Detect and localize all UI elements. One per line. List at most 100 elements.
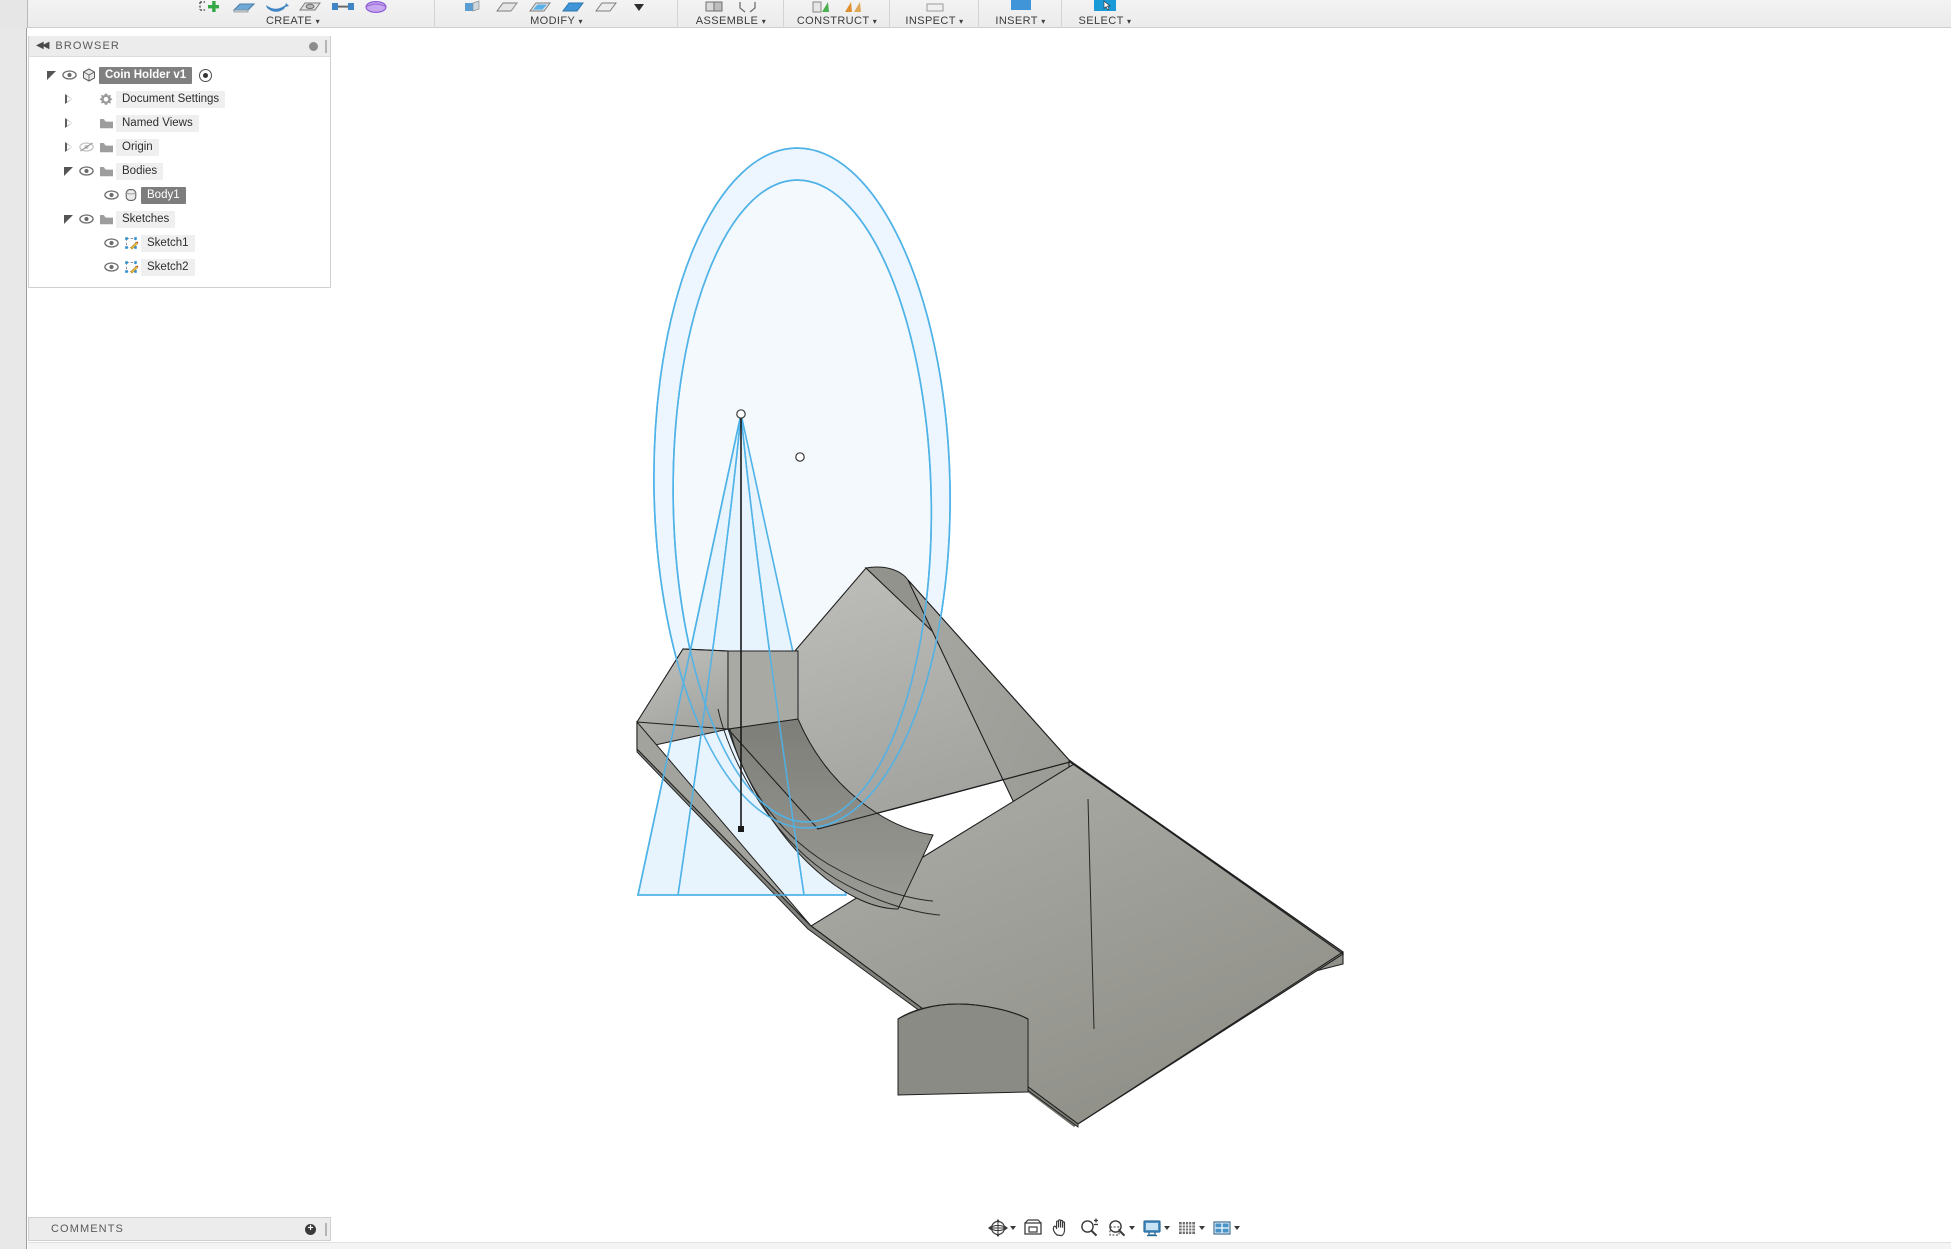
tree-node-label: Named Views: [116, 114, 199, 132]
plane-angle-icon[interactable]: [841, 0, 867, 14]
add-comment-icon[interactable]: +: [305, 1224, 316, 1235]
fillet-icon[interactable]: [494, 0, 520, 14]
toolbar-group-create[interactable]: CREATE ▾: [152, 0, 435, 28]
tree-node-named-views[interactable]: Named Views: [29, 111, 330, 135]
toolbar-group-construct[interactable]: CONSTRUCT ▾: [785, 0, 890, 28]
modify-more-icon[interactable]: [626, 0, 652, 14]
browser-tree: Coin Holder v1 Document Settings Named V…: [29, 57, 330, 287]
rib-icon[interactable]: [330, 0, 356, 14]
folder-icon: [96, 165, 116, 178]
select-cursor-icon[interactable]: [1092, 0, 1118, 14]
zoom-plus-minus-icon: [1081, 1218, 1098, 1237]
insert-derive-icon[interactable]: [1008, 0, 1034, 14]
grid-snaps-button[interactable]: [1174, 1216, 1207, 1240]
orbit-caret-icon[interactable]: [1010, 1226, 1016, 1230]
orbit-button[interactable]: [985, 1216, 1018, 1240]
sketch-point-center[interactable]: [795, 452, 805, 462]
toolbar-group-assemble-label: ASSEMBLE ▾: [695, 15, 767, 27]
shell-icon[interactable]: [527, 0, 553, 14]
tree-node-document-settings[interactable]: Document Settings: [29, 87, 330, 111]
browser-header[interactable]: ◀◀ BROWSER: [29, 36, 330, 57]
tree-node-sketches[interactable]: Sketches: [29, 207, 330, 231]
visibility-eye-icon[interactable]: [60, 68, 79, 82]
zoom-window-button[interactable]: [1104, 1216, 1137, 1240]
joint-icon[interactable]: [735, 0, 761, 14]
measure-icon[interactable]: [922, 0, 948, 14]
form-icon[interactable]: [363, 0, 389, 14]
visibility-eye-icon[interactable]: [102, 260, 121, 274]
display-settings-button[interactable]: [1139, 1216, 1172, 1240]
tree-node-origin[interactable]: Origin: [29, 135, 330, 159]
zoom-window-caret-icon[interactable]: [1129, 1226, 1135, 1230]
create-caret-icon: ▾: [315, 17, 321, 26]
revolve-icon[interactable]: [264, 0, 290, 14]
tree-node-body1[interactable]: Body1: [29, 183, 330, 207]
twisty-expanded-icon[interactable]: [43, 70, 60, 80]
toolbar-group-insert-label: INSERT ▾: [995, 15, 1046, 27]
top-toolbar: CREATE ▾ MODIFY ▾ ASSEMBLE ▾ CONSTRUCT ▾…: [0, 0, 1951, 28]
display-settings-caret-icon[interactable]: [1164, 1226, 1170, 1230]
twisty-collapsed-icon[interactable]: [60, 94, 77, 104]
visibility-eye-icon[interactable]: [77, 212, 96, 226]
scale-icon[interactable]: [593, 0, 619, 14]
grid-snaps-caret-icon[interactable]: [1199, 1226, 1205, 1230]
solid-body-1[interactable]: [636, 566, 1344, 1128]
inspect-icon-row: [913, 0, 957, 14]
sketch-create-icon[interactable]: [198, 0, 224, 14]
body-front-right-base: [810, 763, 1344, 1125]
visibility-eye-off-icon[interactable]: [77, 140, 96, 154]
twisty-expanded-icon[interactable]: [60, 214, 77, 224]
toolbar-group-inspect[interactable]: INSPECT ▾: [891, 0, 979, 28]
pan-button[interactable]: [1048, 1216, 1074, 1240]
inspect-caret-icon: ▾: [959, 17, 964, 26]
modify-icon-row: [452, 0, 661, 14]
viewports-caret-icon[interactable]: [1234, 1226, 1240, 1230]
press-pull-icon[interactable]: [461, 0, 487, 14]
visibility-eye-icon[interactable]: [102, 236, 121, 250]
select-icon-row: [1083, 0, 1127, 14]
zoom-window-icon: [1109, 1220, 1126, 1237]
viewports-icon: [1213, 1221, 1231, 1235]
comments-panel[interactable]: COMMENTS +: [28, 1217, 331, 1241]
twisty-expanded-icon[interactable]: [60, 166, 77, 176]
toolbar-group-assemble[interactable]: ASSEMBLE ▾: [679, 0, 784, 28]
tree-node-sketch2[interactable]: Sketch2: [29, 255, 330, 279]
toolbar-group-modify[interactable]: MODIFY ▾: [436, 0, 678, 28]
toolbar-group-insert[interactable]: INSERT ▾: [980, 0, 1062, 28]
folder-icon: [96, 213, 116, 226]
activate-component-radio[interactable]: [199, 68, 213, 82]
visibility-eye-icon[interactable]: [77, 164, 96, 178]
panel-dot-icon[interactable]: [309, 42, 318, 51]
toolbar-group-select[interactable]: SELECT ▾: [1063, 0, 1147, 28]
comments-resize-grip[interactable]: [325, 1223, 327, 1236]
navigation-bar[interactable]: [985, 1215, 1242, 1241]
hand-pan-icon: [1052, 1219, 1066, 1237]
viewports-button[interactable]: [1209, 1216, 1242, 1240]
axis-endpoint-marker[interactable]: [738, 826, 744, 832]
look-at-button[interactable]: [1020, 1216, 1046, 1240]
draft-icon[interactable]: [560, 0, 586, 14]
offset-plane-icon[interactable]: [808, 0, 834, 14]
grid-icon: [1179, 1222, 1195, 1234]
twisty-collapsed-icon[interactable]: [60, 118, 77, 128]
collapse-left-icon[interactable]: ◀◀: [36, 41, 49, 51]
tree-node-bodies[interactable]: Bodies: [29, 159, 330, 183]
select-caret-icon: ▾: [1127, 17, 1132, 26]
new-component-icon[interactable]: [702, 0, 728, 14]
sketch-point-apex[interactable]: [736, 409, 746, 419]
twisty-collapsed-icon[interactable]: [60, 142, 77, 152]
folder-icon: [96, 141, 116, 154]
tree-node-label: Sketches: [116, 210, 176, 228]
extrude-icon[interactable]: [231, 0, 257, 14]
tree-node-coin-holder[interactable]: Coin Holder v1: [29, 63, 330, 87]
sketch-icon: [121, 236, 141, 250]
orbit-icon: [988, 1219, 1008, 1237]
tree-node-sketch1[interactable]: Sketch1: [29, 231, 330, 255]
visibility-eye-icon[interactable]: [102, 188, 121, 202]
hole-icon[interactable]: [297, 0, 323, 14]
panel-resize-grip[interactable]: [325, 40, 327, 53]
browser-panel[interactable]: ◀◀ BROWSER Coin Holder v1 Document Setti…: [28, 36, 331, 288]
tree-node-label: Sketch2: [141, 258, 195, 276]
zoom-button[interactable]: [1076, 1216, 1102, 1240]
look-at-icon: [1024, 1219, 1042, 1235]
